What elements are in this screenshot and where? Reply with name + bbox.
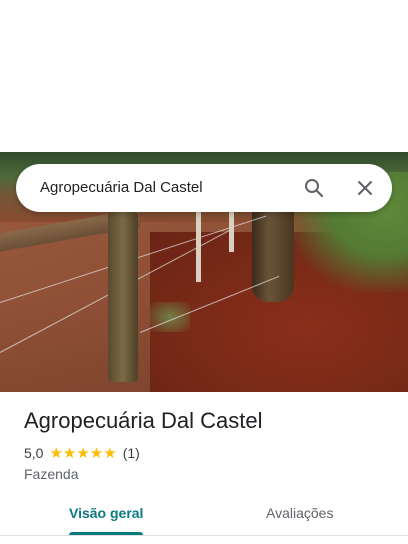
tab-divider [0, 535, 408, 536]
rating-value: 5,0 [24, 445, 44, 461]
top-blank-area [0, 0, 408, 152]
search-icon[interactable] [302, 176, 326, 200]
tab-overview[interactable]: Visão geral [69, 505, 143, 521]
search-input[interactable]: Agropecuária Dal Castel [40, 164, 203, 212]
rating-row[interactable]: 5,0 ★★★★★ (1) [24, 444, 140, 462]
review-count[interactable]: (1) [123, 445, 140, 461]
close-icon[interactable] [353, 176, 377, 200]
place-category: Fazenda [24, 466, 79, 482]
search-bar[interactable]: Agropecuária Dal Castel [16, 164, 392, 212]
place-title: Agropecuária Dal Castel [24, 408, 263, 433]
fence-post [108, 212, 138, 382]
star-rating-icon: ★★★★★ [49, 445, 117, 462]
tab-reviews[interactable]: Avaliações [266, 505, 333, 521]
